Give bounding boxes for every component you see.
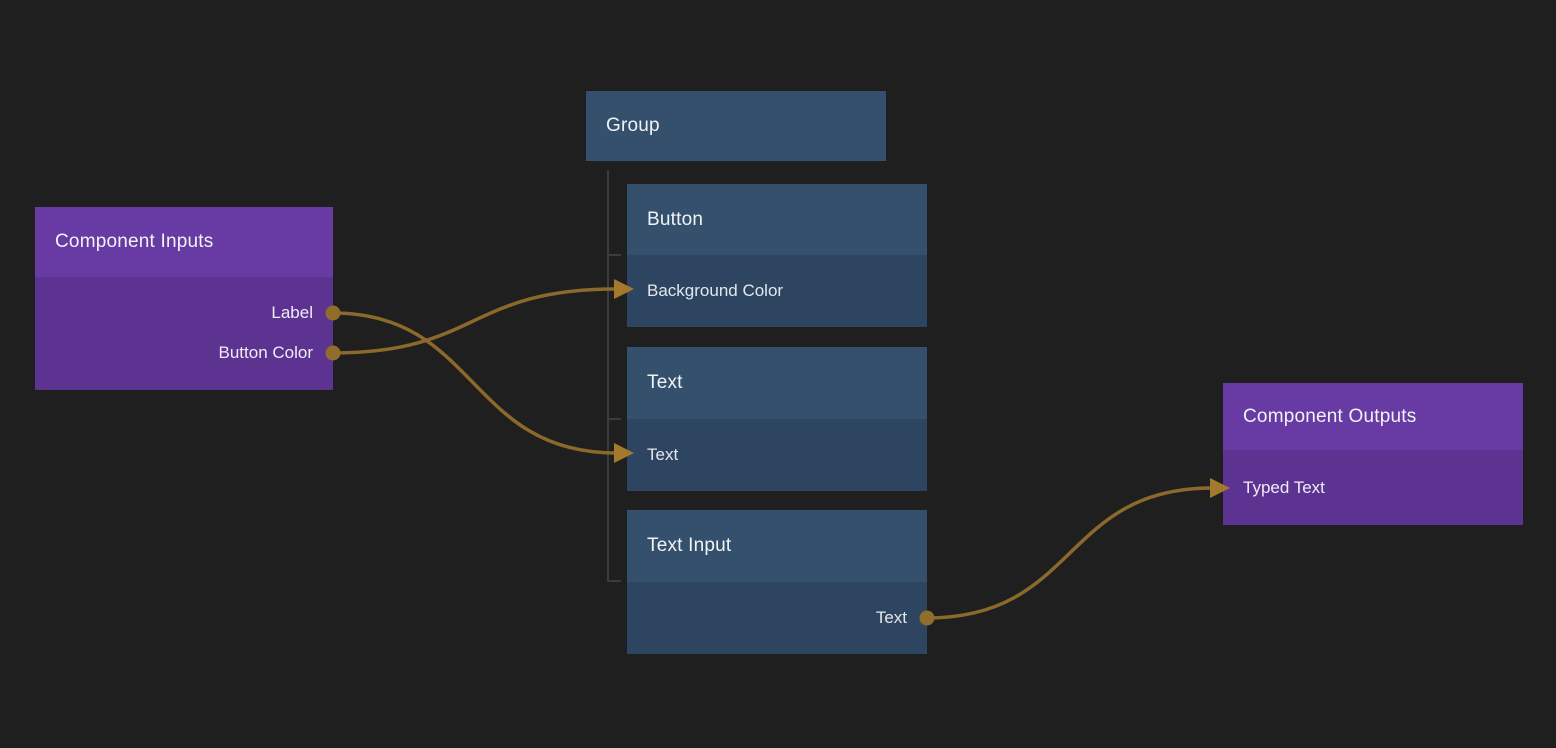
node-text-input-header[interactable]: Text Input xyxy=(627,510,927,582)
node-button[interactable]: Button Background Color xyxy=(627,184,927,327)
node-group-header[interactable]: Group xyxy=(586,91,886,161)
node-text-header[interactable]: Text xyxy=(627,347,927,419)
port-row-button-color[interactable]: Button Color xyxy=(35,333,333,373)
port-row-text-in[interactable]: Text xyxy=(627,419,927,491)
node-component-inputs[interactable]: Component Inputs Label Button Color xyxy=(35,207,333,390)
node-graph-canvas[interactable]: Group Component Inputs Label Button Colo… xyxy=(0,0,1556,748)
port-row-text-out[interactable]: Text xyxy=(627,582,927,654)
node-text-title: Text xyxy=(647,372,683,394)
node-button-header[interactable]: Button xyxy=(627,184,927,255)
port-label-text: Label xyxy=(271,303,313,323)
node-text[interactable]: Text Text xyxy=(627,347,927,491)
port-typed-text-text: Typed Text xyxy=(1243,478,1325,498)
wire-label-to-text[interactable] xyxy=(333,313,616,453)
node-component-outputs[interactable]: Component Outputs Typed Text xyxy=(1223,383,1523,525)
node-button-title: Button xyxy=(647,209,703,231)
node-component-inputs-body: Label Button Color xyxy=(35,277,333,390)
group-guide-tick-button xyxy=(607,254,621,256)
group-guide-tick-text xyxy=(607,418,621,420)
port-background-color-text: Background Color xyxy=(647,281,783,301)
port-text-in-text: Text xyxy=(647,445,678,465)
group-guide-tick-text-input xyxy=(607,580,621,582)
node-component-outputs-body: Typed Text xyxy=(1223,450,1523,525)
port-text-out-text: Text xyxy=(876,608,907,628)
node-text-input-title: Text Input xyxy=(647,535,731,557)
node-component-inputs-header[interactable]: Component Inputs xyxy=(35,207,333,277)
group-children-guide-line xyxy=(607,170,609,582)
port-row-background-color[interactable]: Background Color xyxy=(627,255,927,327)
port-row-typed-text[interactable]: Typed Text xyxy=(1223,468,1523,508)
node-component-inputs-title: Component Inputs xyxy=(55,231,213,253)
wire-button-color-to-background-color[interactable] xyxy=(333,289,616,353)
node-component-outputs-header[interactable]: Component Outputs xyxy=(1223,383,1523,450)
node-text-input[interactable]: Text Input Text xyxy=(627,510,927,654)
port-button-color-text: Button Color xyxy=(219,343,314,363)
node-group-title: Group xyxy=(606,115,660,137)
port-row-label[interactable]: Label xyxy=(35,293,333,333)
node-group[interactable]: Group xyxy=(586,91,886,161)
wire-text-to-typed-text[interactable] xyxy=(927,488,1212,618)
node-component-outputs-title: Component Outputs xyxy=(1243,406,1416,428)
